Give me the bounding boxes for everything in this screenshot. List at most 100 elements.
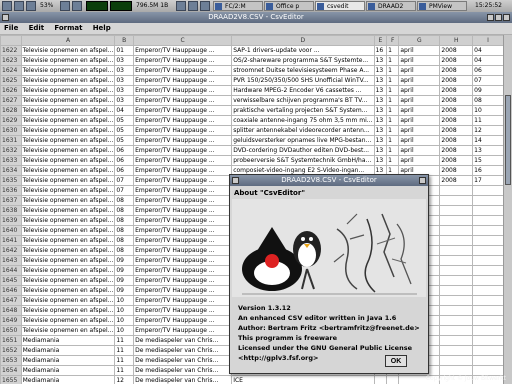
table-cell[interactable]: [373, 375, 388, 384]
row-number[interactable]: 1627: [0, 95, 22, 106]
table-cell[interactable]: ICE: [231, 375, 375, 384]
table-cell[interactable]: april: [398, 95, 441, 106]
table-cell[interactable]: Emperor/TV Hauppauge ...: [133, 75, 233, 86]
table-cell[interactable]: 06: [472, 65, 504, 76]
table-cell[interactable]: 01: [114, 45, 135, 56]
table-cell[interactable]: 2008: [439, 75, 474, 86]
column-header[interactable]: E: [373, 35, 388, 46]
table-cell[interactable]: Emperor/TV Hauppauge ...: [133, 225, 233, 236]
folder-icon[interactable]: [14, 1, 24, 11]
task-button[interactable]: DRAAD2: [366, 1, 416, 11]
column-header[interactable]: H: [439, 35, 474, 46]
table-cell[interactable]: [439, 185, 474, 196]
table-row[interactable]: 1628 Televisie opnemen en afspel... 04 Empe…: [0, 105, 504, 116]
table-cell[interactable]: 03: [114, 75, 135, 86]
table-row[interactable]: 1623 Televisie opnemen en afspel... 03 Empe…: [0, 55, 504, 66]
table-cell[interactable]: 1: [386, 125, 400, 136]
table-cell[interactable]: Televisie opnemen en afspel...: [20, 165, 116, 176]
table-cell[interactable]: Emperor/TV Hauppauge ...: [133, 105, 233, 116]
table-cell[interactable]: Emperor/TV Hauppauge ...: [133, 155, 233, 166]
table-cell[interactable]: [439, 345, 474, 356]
table-cell[interactable]: [472, 205, 504, 216]
row-number[interactable]: 1640: [0, 225, 22, 236]
table-cell[interactable]: 2008: [439, 105, 474, 116]
table-cell[interactable]: [472, 195, 504, 206]
table-cell[interactable]: Televisie opnemen en afspel...: [20, 305, 116, 316]
table-cell[interactable]: 1: [386, 65, 400, 76]
table-cell[interactable]: 11: [114, 355, 135, 366]
table-cell[interactable]: [472, 335, 504, 346]
table-cell[interactable]: 06: [114, 145, 135, 156]
row-number[interactable]: 1642: [0, 245, 22, 256]
table-cell[interactable]: april: [398, 135, 441, 146]
table-cell[interactable]: Emperor/TV Hauppauge ...: [133, 135, 233, 146]
table-cell[interactable]: [439, 215, 474, 226]
table-cell[interactable]: 08: [472, 95, 504, 106]
row-number[interactable]: 1624: [0, 65, 22, 76]
table-cell[interactable]: 08: [114, 235, 135, 246]
table-cell[interactable]: 2008: [439, 45, 474, 56]
menu-help[interactable]: Help: [89, 23, 115, 34]
table-cell[interactable]: 13: [373, 125, 388, 136]
table-cell[interactable]: 11: [472, 115, 504, 126]
table-cell[interactable]: 08: [114, 245, 135, 256]
table-cell[interactable]: De mediaspeler van Chris...: [133, 375, 233, 384]
table-row[interactable]: 1624 Televisie opnemen en afspel... 03 Empe…: [0, 65, 504, 76]
table-cell[interactable]: Televisie opnemen en afspel...: [20, 105, 116, 116]
table-cell[interactable]: [472, 225, 504, 236]
row-number[interactable]: 1651: [0, 335, 22, 346]
table-cell[interactable]: Emperor/TV Hauppauge ...: [133, 115, 233, 126]
table-cell[interactable]: [439, 195, 474, 206]
table-cell[interactable]: coaxiale antenne-ingang 75 ohm 3,5 mm mi…: [231, 115, 375, 126]
table-cell[interactable]: 12: [114, 375, 135, 384]
table-cell[interactable]: 07: [114, 175, 135, 186]
row-number[interactable]: 1622: [0, 45, 22, 56]
table-cell[interactable]: Hardware MPEG-2 Encoder V6 cassettes ...: [231, 85, 375, 96]
table-cell[interactable]: 09: [114, 275, 135, 286]
row-number[interactable]: 1653: [0, 355, 22, 366]
table-row[interactable]: 1630 Televisie opnemen en afspel... 05 Empe…: [0, 125, 504, 136]
table-cell[interactable]: De mediaspeler van Chris...: [133, 335, 233, 346]
table-cell[interactable]: 2008: [439, 125, 474, 136]
table-cell[interactable]: [472, 315, 504, 326]
table-cell[interactable]: Emperor/TV Hauppauge ...: [133, 255, 233, 266]
table-cell[interactable]: 08: [114, 195, 135, 206]
table-cell[interactable]: Emperor/TV Hauppauge ...: [133, 145, 233, 156]
minimize-icon[interactable]: [487, 14, 494, 21]
table-cell[interactable]: Mediamania: [20, 335, 116, 346]
task-button[interactable]: PMView: [417, 1, 467, 11]
row-number[interactable]: 1650: [0, 325, 22, 336]
table-cell[interactable]: 2008: [439, 55, 474, 66]
table-cell[interactable]: De mediaspeler van Chris...: [133, 365, 233, 376]
table-cell[interactable]: 2008: [439, 115, 474, 126]
table-row[interactable]: 1622 Televisie opnemen en afspel... 01 Empe…: [0, 45, 504, 56]
volume-icon[interactable]: [72, 1, 82, 11]
table-cell[interactable]: [472, 235, 504, 246]
table-cell[interactable]: 2008: [439, 165, 474, 176]
row-number[interactable]: 1638: [0, 205, 22, 216]
table-cell[interactable]: [439, 315, 474, 326]
table-cell[interactable]: Mediamania: [20, 355, 116, 366]
vertical-scrollbar[interactable]: [503, 35, 512, 384]
menu-format[interactable]: Format: [50, 23, 86, 34]
row-number[interactable]: 1631: [0, 135, 22, 146]
table-cell[interactable]: 07: [472, 75, 504, 86]
table-cell[interactable]: 10: [114, 305, 135, 316]
table-cell[interactable]: 2008: [439, 95, 474, 106]
table-cell[interactable]: 13: [373, 135, 388, 146]
table-cell[interactable]: [472, 345, 504, 356]
table-cell[interactable]: Emperor/TV Hauppauge ...: [133, 55, 233, 66]
table-cell[interactable]: Televisie opnemen en afspel...: [20, 155, 116, 166]
table-cell[interactable]: 13: [373, 75, 388, 86]
table-cell[interactable]: Televisie opnemen en afspel...: [20, 55, 116, 66]
table-cell[interactable]: Televisie opnemen en afspel...: [20, 125, 116, 136]
row-number[interactable]: 1641: [0, 235, 22, 246]
dialog-titlebar[interactable]: DRAAD2V8.CSV - CsvEditor: [230, 175, 428, 186]
table-cell[interactable]: stroomnet Duitse televisiesysteem Phase …: [231, 65, 375, 76]
row-number[interactable]: 1655: [0, 375, 22, 384]
table-cell[interactable]: 04: [114, 105, 135, 116]
table-cell[interactable]: [439, 225, 474, 236]
table-cell[interactable]: [386, 375, 400, 384]
table-cell[interactable]: Emperor/TV Hauppauge ...: [133, 165, 233, 176]
table-cell[interactable]: De mediaspeler van Chris...: [133, 355, 233, 366]
